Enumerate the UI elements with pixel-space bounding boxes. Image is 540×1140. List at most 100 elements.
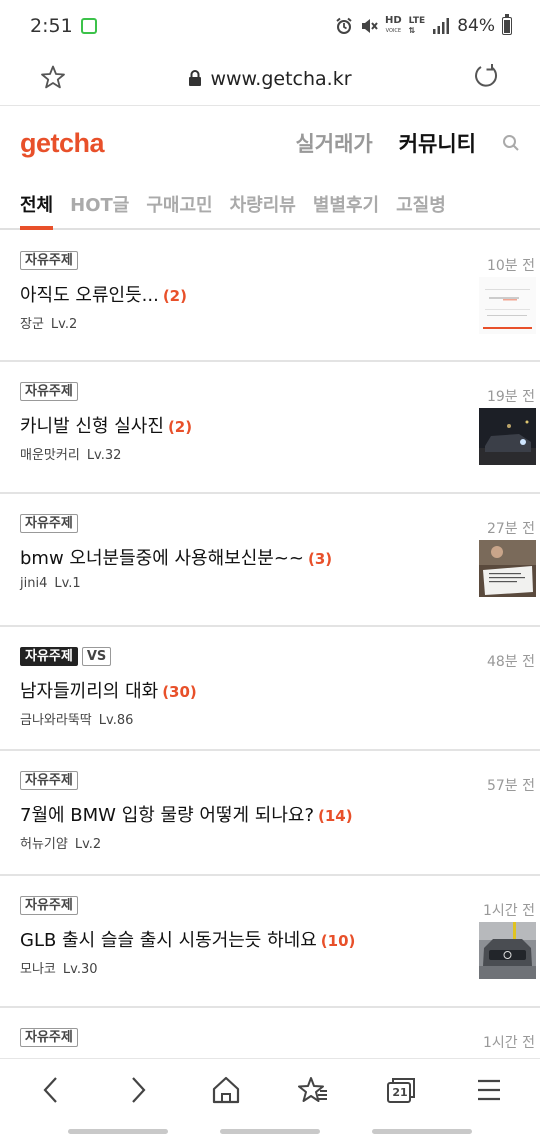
list-item[interactable]: 자유주제 VS 48분 전 남자들끼리의 대화 (30) 금나와라뚝딱 Lv.86 xyxy=(0,627,540,751)
post-thumbnail[interactable] xyxy=(479,540,536,597)
post-author: 금나와라뚝딱 xyxy=(20,713,92,728)
post-badges: 자유주제 xyxy=(20,382,78,401)
menu-icon[interactable] xyxy=(474,1075,504,1105)
comment-count: (10) xyxy=(320,932,356,950)
post-title[interactable]: GLB 출시 슬슬 출시 시동거는듯 하네요 (10) xyxy=(20,926,355,952)
post-thumbnail[interactable] xyxy=(479,922,536,979)
category-badge: 자유주제 xyxy=(20,514,78,533)
back-icon[interactable] xyxy=(36,1075,66,1105)
post-title[interactable]: bmw 오너분들중에 사용해보신분~~ (3) xyxy=(20,544,332,570)
post-title-text: GLB 출시 슬슬 출시 시동거는듯 하네요 xyxy=(20,930,317,951)
list-item[interactable]: 자유주제 19분 전 카니발 신형 실사진 (2) 매운맛커리 Lv.32 xyxy=(0,362,540,494)
tab-reviews[interactable]: 별별후기 xyxy=(313,180,379,228)
list-item[interactable]: 자유주제 27분 전 bmw 오너분들중에 사용해보신분~~ (3) jini4 L… xyxy=(0,494,540,627)
search-icon[interactable] xyxy=(502,134,520,152)
nav-community[interactable]: 커뮤니티 xyxy=(399,128,476,158)
mute-icon xyxy=(361,19,378,33)
post-title[interactable]: 카니발 신형 실사진 (2) xyxy=(20,412,192,438)
voice-label: VOICE xyxy=(385,28,402,34)
category-tabs: 전체 HOT글 구매고민 차량리뷰 별별후기 고질병 xyxy=(0,180,540,230)
url-field[interactable]: www.getcha.kr xyxy=(188,67,352,90)
signal-icon xyxy=(433,18,450,34)
tabs-icon[interactable]: 21 xyxy=(386,1075,416,1105)
post-author: 장군 xyxy=(20,317,44,332)
post-title-text: 7월에 BMW 입항 물량 어떻게 되나요? xyxy=(20,805,315,826)
browser-url-bar: www.getcha.kr xyxy=(0,52,540,106)
post-badges: 자유주제 xyxy=(20,514,78,533)
app-notification-icon xyxy=(80,18,97,34)
post-meta: 매운맛커리 Lv.32 xyxy=(20,444,121,463)
post-author-level: Lv.1 xyxy=(54,576,81,591)
bookmark-star-icon[interactable] xyxy=(40,64,66,94)
getcha-logo[interactable]: getcha xyxy=(20,128,105,159)
post-meta: 장군 Lv.2 xyxy=(20,313,77,332)
tab-car-review[interactable]: 차량리뷰 xyxy=(230,180,296,228)
post-title-text: 아직도 오류인듯... xyxy=(20,285,159,306)
post-meta: 허뉴기얌 Lv.2 xyxy=(20,833,101,852)
post-meta: 금나와라뚝딱 Lv.86 xyxy=(20,709,133,728)
hd-label: HD xyxy=(384,15,402,26)
comment-count: (2) xyxy=(167,418,193,436)
post-title-text: 남자들끼리의 대화 xyxy=(20,681,159,702)
post-title[interactable]: 남자들끼리의 대화 (30) xyxy=(20,677,197,703)
hd-voice-indicator: HD VOICE xyxy=(385,16,402,36)
post-list: 자유주제 10분 전 아직도 오류인듯... (2) 장군 Lv.2 자유주제 19… xyxy=(0,231,540,1088)
vs-badge: VS xyxy=(81,647,112,666)
post-author-level: Lv.32 xyxy=(86,448,122,463)
comment-count: (14) xyxy=(318,807,353,825)
alarm-icon xyxy=(336,17,352,34)
nav-real-price[interactable]: 실거래가 xyxy=(295,128,372,158)
post-title-text: bmw 오너분들중에 사용해보신분~~ xyxy=(20,548,305,569)
lte-indicator: LTE ⇅ xyxy=(408,16,426,36)
post-time: 1시간 전 xyxy=(483,1035,535,1051)
post-title[interactable]: 아직도 오류인듯... (2) xyxy=(20,281,187,307)
tab-all[interactable]: 전체 xyxy=(20,180,54,230)
post-author-level: Lv.30 xyxy=(62,962,98,977)
comment-count: (30) xyxy=(162,683,197,701)
tab-count: 21 xyxy=(392,1086,408,1099)
forward-icon[interactable] xyxy=(123,1075,153,1105)
status-time: 2:51 xyxy=(30,15,73,37)
tab-chronic-issues[interactable]: 고질병 xyxy=(396,180,446,228)
home-icon[interactable] xyxy=(211,1075,241,1105)
post-title[interactable]: 7월에 BMW 입항 물량 어떻게 되나요? (14) xyxy=(20,801,353,827)
post-author: 모나코 xyxy=(20,962,56,977)
post-author-level: Lv.2 xyxy=(50,317,78,332)
post-author-level: Lv.86 xyxy=(98,713,134,728)
comment-count: (2) xyxy=(162,287,187,305)
post-meta: 모나코 Lv.30 xyxy=(20,958,98,977)
browser-bottom-bar: 21 xyxy=(0,1058,540,1140)
gesture-bar-right xyxy=(372,1129,472,1134)
post-meta: jini4 Lv.1 xyxy=(20,576,81,591)
reload-icon[interactable] xyxy=(472,62,500,94)
post-author: jini4 xyxy=(20,576,48,591)
tab-hot[interactable]: HOT글 xyxy=(70,180,129,228)
tab-purchase-advice[interactable]: 구매고민 xyxy=(146,180,212,228)
post-time: 10분 전 xyxy=(486,258,535,274)
url-text: www.getcha.kr xyxy=(210,67,352,90)
battery-percent: 84% xyxy=(457,16,495,36)
list-item[interactable]: 자유주제 10분 전 아직도 오류인듯... (2) 장군 Lv.2 xyxy=(0,231,540,362)
post-thumbnail[interactable] xyxy=(479,277,536,334)
battery-icon xyxy=(502,14,512,35)
post-title-text: 카니발 신형 실사진 xyxy=(20,416,164,437)
list-item[interactable]: 자유주제 1시간 전 GLB 출시 슬슬 출시 시동거는듯 하네요 (10) 모나… xyxy=(0,876,540,1008)
post-time: 57분 전 xyxy=(486,778,535,794)
category-badge: 자유주제 xyxy=(20,771,78,790)
main-nav: 실거래가 커뮤니티 xyxy=(269,128,520,158)
gesture-bar-center xyxy=(220,1129,320,1134)
post-thumbnail[interactable] xyxy=(479,408,536,465)
post-author-level: Lv.2 xyxy=(74,837,102,852)
bookmarks-icon[interactable] xyxy=(298,1075,328,1105)
status-indicators: HD VOICE LTE ⇅ 84% xyxy=(335,14,512,36)
comment-count: (3) xyxy=(308,550,333,568)
list-item[interactable]: 자유주제 57분 전 7월에 BMW 입항 물량 어떻게 되나요? (14) 허뉴… xyxy=(0,751,540,876)
category-badge: 자유주제 xyxy=(20,382,78,401)
post-badges: 자유주제 VS xyxy=(20,647,112,666)
post-badges: 자유주제 xyxy=(20,251,78,270)
gesture-bar-left xyxy=(68,1129,168,1134)
site-header: getcha 실거래가 커뮤니티 xyxy=(0,107,540,179)
category-badge: 자유주제 xyxy=(20,647,78,666)
post-time: 27분 전 xyxy=(486,521,535,537)
post-badges: 자유주제 xyxy=(20,771,78,790)
